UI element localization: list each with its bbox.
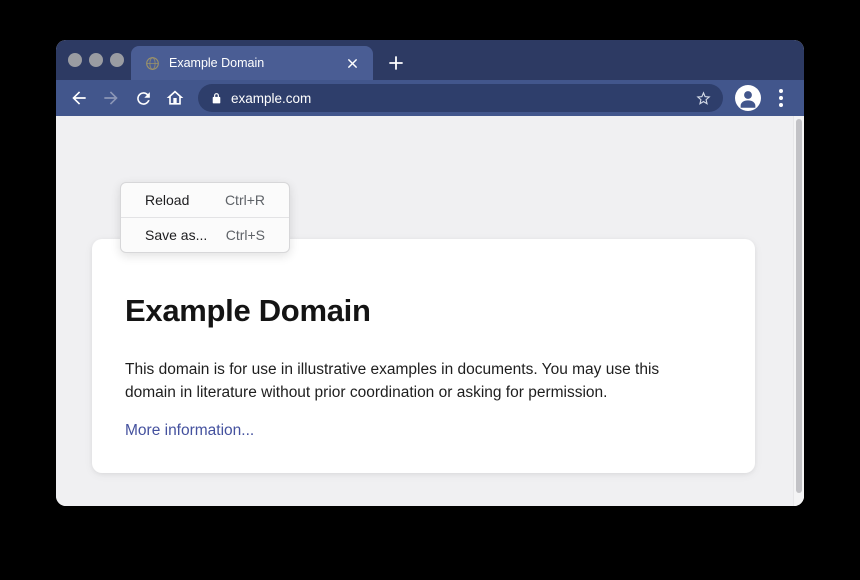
three-dots-icon (779, 89, 783, 93)
lock-icon (210, 92, 223, 105)
star-icon (695, 90, 712, 107)
browser-window: Example Domain (56, 40, 804, 506)
body-line-1: This domain is for use in illustrative e… (125, 358, 722, 381)
back-button[interactable] (65, 84, 93, 112)
reload-button[interactable] (129, 84, 157, 112)
context-menu: Reload Ctrl+R Save as... Ctrl+S (120, 182, 290, 253)
tab-close-button[interactable] (343, 54, 361, 72)
scrollbar-thumb[interactable] (796, 119, 802, 493)
traffic-lights (68, 53, 124, 67)
context-menu-item-reload[interactable]: Reload Ctrl+R (121, 183, 289, 217)
home-button[interactable] (161, 84, 189, 112)
body-line-2: domain in literature without prior coord… (125, 381, 722, 404)
close-icon (347, 58, 358, 69)
reload-icon (134, 89, 153, 108)
more-information-link[interactable]: More information... (125, 422, 254, 440)
profile-button[interactable] (735, 85, 761, 111)
context-menu-item-save-as[interactable]: Save as... Ctrl+S (121, 218, 289, 252)
tab-title: Example Domain (169, 56, 343, 70)
forward-arrow-icon (101, 88, 121, 108)
plus-icon (388, 55, 404, 71)
bookmark-button[interactable] (691, 86, 715, 110)
menu-item-label: Reload (145, 192, 189, 208)
new-tab-button[interactable] (382, 50, 410, 76)
window-close-button[interactable] (68, 53, 82, 67)
page-content: Example Domain This domain is for use in… (56, 116, 804, 506)
window-minimize-button[interactable] (89, 53, 103, 67)
menu-item-shortcut: Ctrl+R (225, 192, 265, 208)
url-text: example.com (231, 91, 691, 106)
tab-example-domain[interactable]: Example Domain (131, 46, 373, 80)
browser-menu-button[interactable] (769, 86, 793, 110)
menu-item-shortcut: Ctrl+S (226, 227, 265, 243)
forward-button[interactable] (97, 84, 125, 112)
page-title: Example Domain (125, 293, 722, 329)
content-card: Example Domain This domain is for use in… (92, 239, 755, 473)
menu-item-label: Save as... (145, 227, 207, 243)
back-arrow-icon (69, 88, 89, 108)
toolbar: example.com (56, 80, 804, 116)
body-text: This domain is for use in illustrative e… (125, 358, 722, 404)
titlebar: Example Domain (56, 40, 804, 80)
avatar-icon (735, 85, 761, 111)
home-icon (165, 88, 185, 108)
scrollbar[interactable] (793, 116, 804, 506)
address-bar[interactable]: example.com (198, 84, 723, 112)
globe-favicon-icon (145, 56, 160, 71)
window-maximize-button[interactable] (110, 53, 124, 67)
